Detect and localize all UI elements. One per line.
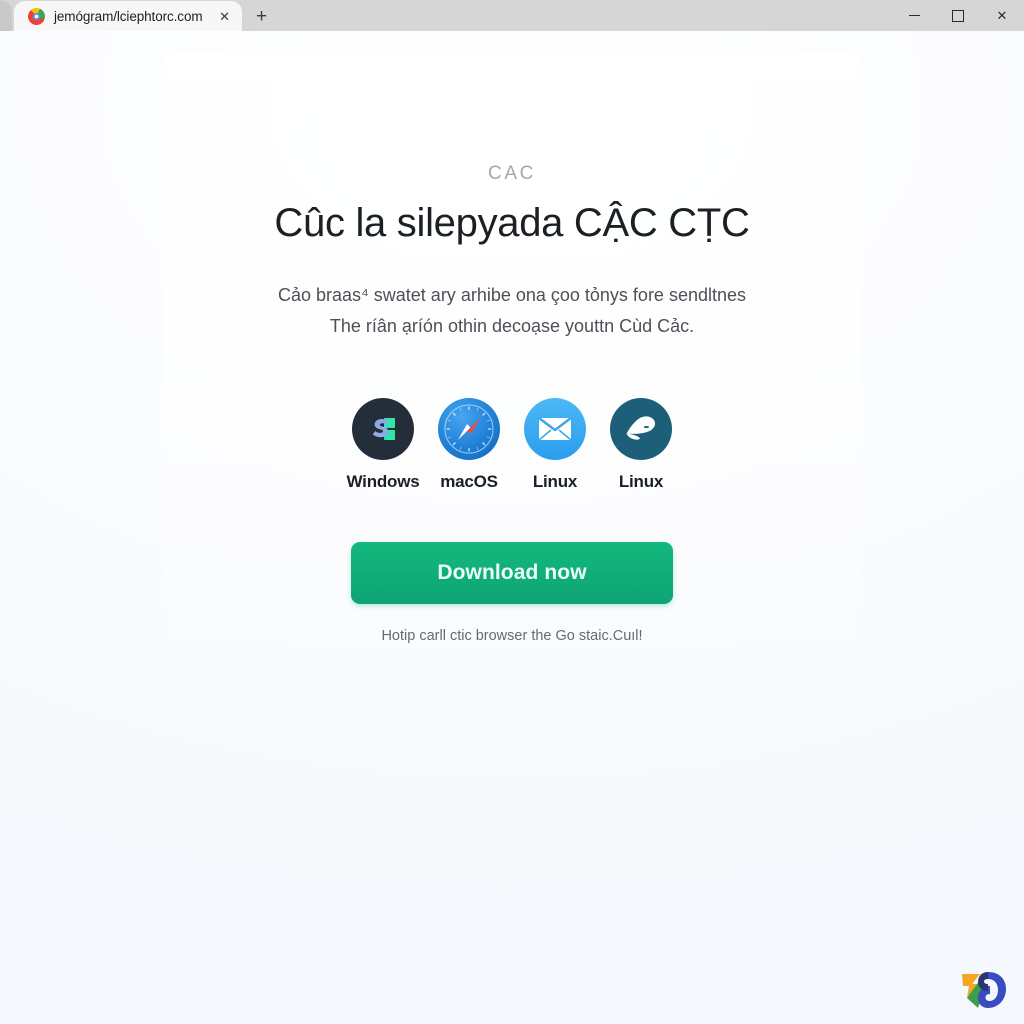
page-viewport: CAC Cûc la silepyada CẬC CṬC Cảo braas⁴ … [0,31,1024,1024]
platform-option-linux-whale[interactable]: Linux [609,397,673,492]
browser-tab[interactable]: jemógram/lciephtorc.com ✕ [14,1,242,31]
whale-icon [610,397,672,460]
download-footnote: Hotip carll ctic browser the Go staic.Cu… [381,627,643,644]
platform-label: Linux [532,471,578,491]
subcopy-line-1: Cảo braas⁴ swatet ary arhibe ona çoo tỏn… [278,285,746,306]
cta-container: Download now [162,541,862,604]
page-subcopy: Cảo braas⁴ swatet ary arhibe ona çoo tỏn… [162,281,862,341]
close-icon[interactable]: ✕ [218,10,232,23]
chrome-favicon [28,7,45,25]
window-close-button[interactable]: ✕ [980,0,1024,31]
minimize-button[interactable] [892,0,936,31]
window-controls: ✕ [892,0,1024,31]
platform-label: Linux [618,471,664,491]
platform-selector: Windows macOS Linux Linux [162,397,862,492]
download-card: CAC Cûc la silepyada CẬC CṬC Cảo braas⁴ … [162,53,862,716]
subcopy-line-2: The ríân ạríón othin decoạse youttn Cùd … [329,316,695,337]
tab-strip: jemógram/lciephtorc.com ✕ + ✕ [0,0,1024,31]
download-now-button[interactable]: Download now [351,541,673,604]
platform-label: Windows [346,471,420,491]
tab-title: jemógram/lciephtorc.com [54,8,203,24]
windows-logo-icon [352,397,414,460]
platform-option-windows[interactable]: Windows [346,397,420,492]
envelope-icon [524,397,586,460]
maximize-button[interactable] [936,0,980,31]
page-title: Cûc la silepyada CẬC CṬC [274,201,750,245]
safari-compass-icon [438,397,500,460]
brand-leaf-logo [958,964,1010,1014]
eyebrow-label: CAC [488,163,536,184]
browser-window: jemógram/lciephtorc.com ✕ + ✕ CAC Cûc la… [0,0,1024,1024]
platform-option-macos[interactable]: macOS [437,397,501,492]
platform-option-linux-mail[interactable]: Linux [523,397,587,492]
platform-label: macOS [440,471,498,491]
new-tab-button[interactable]: + [242,1,282,31]
tab-partial-left[interactable] [0,1,12,31]
